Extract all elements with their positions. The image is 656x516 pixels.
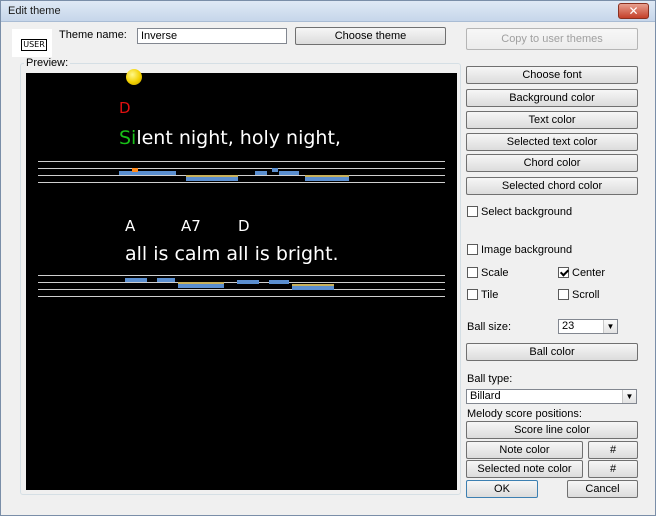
center-label: Center [572,267,606,279]
score-line-color-button[interactable]: Score line color [466,421,638,439]
staff-line [38,275,445,276]
ball-size-label: Ball size: [467,321,512,333]
ball-type-label: Ball type: [467,373,513,385]
close-button[interactable]: ✕ [618,3,649,19]
melody-note [178,284,224,288]
image-background-label: Image background [481,244,573,256]
staff-line [38,289,445,290]
melody-note [157,278,175,282]
selected-note [132,168,138,172]
chord-a: A [125,217,136,235]
melody-note [305,177,349,181]
staff-line [38,168,445,169]
melody-note [125,278,147,282]
selected-note-color-button[interactable]: Selected note color [466,460,583,478]
edit-theme-dialog: Edit theme ✕ USER Theme name: Inverse Ch… [0,0,656,516]
chord-a7: A7 [181,217,201,235]
ball-type-value: Billard [470,390,501,402]
ball-type-select[interactable]: Billard ▼ [466,389,637,404]
preview-label: Preview: [24,57,71,69]
melody-note [255,171,267,175]
ok-button[interactable]: OK [466,480,538,498]
staff-line [38,175,445,176]
preview-canvas: D Silent night, holy night, A A7 D all i… [26,69,457,490]
text-color-button[interactable]: Text color [466,111,638,129]
select-background-checkbox[interactable] [467,206,478,217]
staff-line [38,296,445,297]
chevron-down-icon[interactable]: ▼ [622,390,636,403]
cancel-button[interactable]: Cancel [567,480,638,498]
image-background-checkbox[interactable] [467,244,478,255]
staff-line [38,182,445,183]
ball-color-button[interactable]: Ball color [466,343,638,361]
theme-name-input[interactable]: Inverse [137,28,287,44]
melody-note [269,280,289,284]
lyric-1-rest: lent night, holy night, [136,127,341,149]
melody-note [292,286,334,290]
chevron-down-icon[interactable]: ▼ [603,320,617,333]
choose-font-button[interactable]: Choose font [466,66,638,84]
background-color-button[interactable]: Background color [466,89,638,107]
scroll-checkbox[interactable] [558,289,569,300]
chord-d-selected: D [119,99,131,117]
scale-checkbox[interactable] [467,267,478,278]
center-checkbox[interactable] [558,267,569,278]
bouncing-ball [126,69,142,85]
note-color-hash-button[interactable]: # [588,441,638,459]
select-background-label: Select background [481,206,573,218]
theme-type-box: USER [12,29,52,57]
lyric-line-2: all is calm all is bright. [125,243,339,265]
melody-note [237,280,259,284]
ball-size-select[interactable]: 23 ▼ [558,319,618,334]
selected-text-color-button[interactable]: Selected text color [466,133,638,151]
dialog-client: USER Theme name: Inverse Choose theme Co… [2,23,654,515]
selected-chord-color-button[interactable]: Selected chord color [466,177,638,195]
lyric-line-1: Silent night, holy night, [119,127,341,149]
selected-note-color-hash-button[interactable]: # [588,460,638,478]
user-badge-icon: USER [21,39,47,51]
note-color-button[interactable]: Note color [466,441,583,459]
lyric-1-highlight: Si [119,127,137,149]
scroll-label: Scroll [572,289,600,301]
chord-d: D [238,217,250,235]
close-icon: ✕ [628,4,639,18]
title-bar: Edit theme ✕ [1,1,655,22]
tile-checkbox[interactable] [467,289,478,300]
ball-size-value: 23 [562,320,575,332]
chord-color-button[interactable]: Chord color [466,154,638,172]
window-title: Edit theme [8,5,61,17]
choose-theme-button[interactable]: Choose theme [295,27,446,45]
melody-score-label: Melody score positions: [467,408,582,420]
theme-name-label: Theme name: [59,29,127,41]
melody-note [272,168,278,172]
melody-note [186,177,238,181]
copy-to-user-themes-button: Copy to user themes [466,28,638,50]
melody-note [119,171,176,175]
melody-note [279,171,299,175]
scale-label: Scale [481,267,509,279]
tile-label: Tile [481,289,499,301]
staff-line [38,161,445,162]
